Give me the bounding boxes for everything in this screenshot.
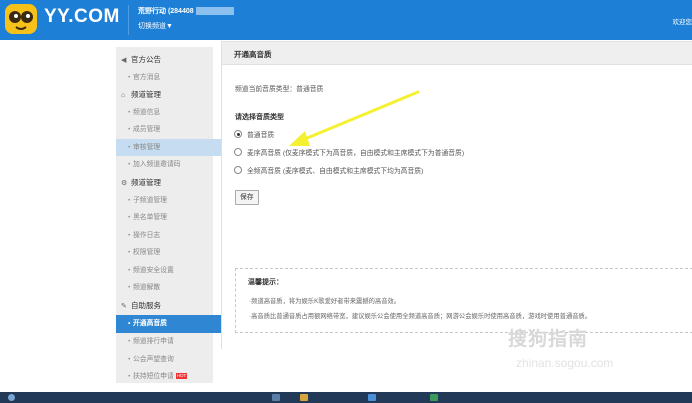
sidebar-item-dissolve-channel[interactable]: • 频道解散 [116,279,225,297]
wrench-icon: ✎ [121,303,127,310]
top-bar: YY.COM 荒野行动 (284408 切换频道▼ 欢迎您 [0,0,692,40]
logo-text[interactable]: YY.COM [44,6,120,28]
sidebar-item-security-settings[interactable]: • 频道安全设置 [116,262,225,280]
option-normal-audio[interactable]: 普通音质 [234,129,274,139]
radio-unchecked-icon[interactable] [234,166,242,174]
sidebar-item-operation-log[interactable]: • 操作日志 [116,227,225,245]
sidebar-nav: ◀ 官方公告 • 官方消息 ⌂ 频道管理 • 频道信息 • 成员管理 • 审核管理 • 加入频… [116,47,225,383]
current-audio-type: 频道当前音质类型：普通音质 [235,86,324,93]
taskbar-folder-icon[interactable] [300,394,308,401]
radio-checked-icon[interactable] [234,130,242,138]
tips-line-2: ·高音质比普通音质占用额网络带宽，建议娱乐公会使用全频道高音质；网游公会娱乐时使… [249,313,592,320]
sidebar-item-channel-info[interactable]: • 频道信息 [116,104,225,122]
header-divider [128,5,129,35]
sidebar-item-invite-code[interactable]: • 加入频道邀请码 [116,156,225,174]
content-panel: 开通高音质 频道当前音质类型：普通音质 请选择音质类型 普通音质 麦序高音质 (… [221,41,692,349]
save-button[interactable]: 保存 [235,190,259,205]
radio-unchecked-icon[interactable] [234,148,242,156]
hot-badge: HOT [175,373,188,380]
tips-line-1: ·频道高音质，将为娱乐K歌爱好者带来震撼的高音效。 [249,298,401,305]
sidebar-item-blacklist-manage[interactable]: • 黑名单管理 [116,209,225,227]
sidebar-group-channel-manage[interactable]: ⌂ 频道管理 [116,86,218,104]
taskbar-app-icon[interactable] [272,394,280,401]
panel-header: 开通高音质 [222,42,692,65]
sidebar-item-enable-hq-audio[interactable]: • 开通高音质 [116,315,225,333]
taskbar-app-icon[interactable] [430,394,438,401]
switch-channel-link[interactable]: 切换频道▼ [138,21,173,31]
gear-icon: ⚙ [121,180,128,187]
option-queue-hq-audio[interactable]: 麦序高音质 (仅麦序模式下为高音质，自由模式和主席模式下为普通音质) [234,147,464,157]
start-button-icon[interactable] [8,394,15,401]
page-title: 开通高音质 [234,50,272,59]
watermark-text: 搜狗指南 [508,329,589,350]
option-full-hq-audio[interactable]: 全频高音质 (麦序模式、自由模式和主席模式下均为高音质) [234,165,423,175]
welcome-text: 欢迎您 [672,19,692,26]
channel-name: 荒野行动 (284408 [138,6,234,16]
sidebar-item-official-news[interactable]: • 官方消息 [116,69,225,87]
sidebar-item-subchannel-manage[interactable]: • 子频道管理 [116,192,225,210]
sidebar-group-announcements[interactable]: ◀ 官方公告 [116,51,218,69]
sidebar-item-short-id-apply[interactable]: • 扶持短位申请 HOT [116,368,225,386]
yy-mascot-logo-icon[interactable] [4,2,38,36]
sidebar-group-self-service[interactable]: ✎ 自助服务 [116,297,218,315]
sidebar-item-permission-manage[interactable]: • 权限管理 [116,244,225,262]
tips-title: 温馨提示： [248,279,283,286]
home-icon: ⌂ [121,92,126,99]
speaker-icon: ◀ [121,57,127,64]
sidebar-item-guild-reputation[interactable]: • 公会声望查询 [116,351,225,369]
tips-box: 温馨提示： ·频道高音质，将为娱乐K歌爱好者带来震撼的高音效。 ·高音质比普通音… [235,268,692,333]
watermark-url: zhinan.sogou.com [516,356,614,370]
sidebar-item-review-manage[interactable]: • 审核管理 [116,138,225,156]
sidebar-item-ranking-apply[interactable]: • 频道排行申请 [116,333,225,351]
choose-audio-type-label: 请选择音质类型 [235,114,284,121]
os-taskbar [0,392,692,403]
taskbar-browser-icon[interactable] [368,394,376,401]
sidebar-item-member-manage[interactable]: • 成员管理 [116,121,225,139]
redacted-channel-id [195,7,234,16]
sidebar-group-channel-manage-2[interactable]: ⚙ 频道管理 [116,174,218,192]
